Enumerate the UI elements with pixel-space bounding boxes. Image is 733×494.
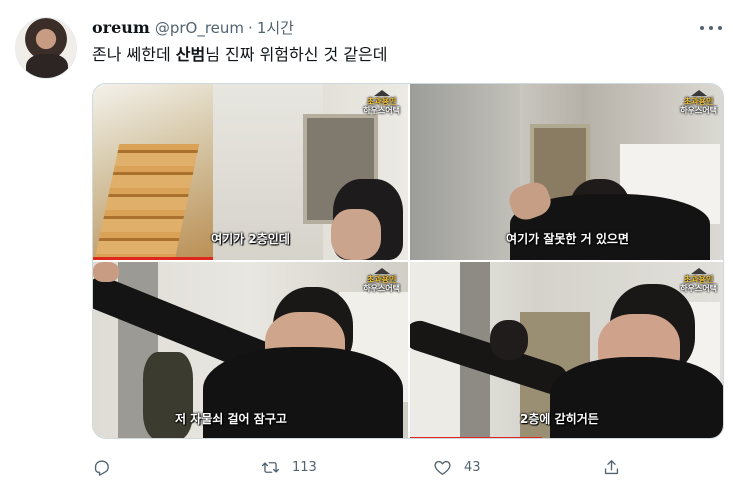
more-dot (718, 26, 722, 30)
watermark-line1: 초과용인 (683, 275, 714, 284)
watermark-line1: 초과용인 (366, 275, 397, 284)
subtitle: 저 자물쇠 걸어 잠구고 (175, 412, 287, 426)
channel-watermark: 초과용인 하우스어택 (680, 268, 717, 293)
subtitle: 여기가 잘못한 거 있으면 (506, 232, 629, 246)
more-options-icon[interactable] (700, 21, 722, 35)
second-person-head (490, 320, 528, 360)
progress-bar (93, 257, 213, 260)
like-button[interactable]: 43 (433, 456, 481, 478)
tweet-text-part: 님 진짜 위험하신 것 같은데 (205, 45, 388, 64)
tweet-text-bold: 산범 (175, 45, 206, 64)
share-icon (604, 459, 619, 474)
media-grid: 초과용인 하우스어택 여기가 2층인데 초과용인 하우스어택 여기가 잘못한 거… (92, 83, 724, 439)
watermark-line1: 초과용인 (683, 97, 714, 106)
watermark-line1: 초과용인 (366, 97, 397, 106)
header-separator: · (248, 19, 253, 37)
avatar-figure (26, 54, 68, 78)
house-logo-icon (690, 268, 707, 274)
heart-icon (434, 460, 451, 475)
retweet-button[interactable]: 113 (261, 456, 317, 478)
channel-watermark: 초과용인 하우스어택 (363, 268, 400, 293)
action-bar: 113 43 (92, 456, 724, 478)
tweet-header: oreum @prO_reum · 1시간 (92, 17, 294, 38)
media-image-3[interactable]: 초과용인 하우스어택 저 자물쇠 걸어 잠구고 (93, 262, 408, 438)
user-handle[interactable]: @prO_reum (155, 19, 244, 37)
tweet: oreum @prO_reum · 1시간 존나 쎄한데 산범님 진짜 위험하신… (0, 0, 733, 494)
channel-watermark: 초과용인 하우스어택 (363, 90, 400, 115)
watermark-line2: 하우스어택 (680, 106, 717, 115)
reply-button[interactable] (92, 456, 123, 478)
subtitle: 여기가 2층인데 (211, 232, 290, 246)
house-logo-icon (690, 90, 707, 96)
subtitle: 2층에 갇히거든 (520, 412, 599, 426)
watermark-line2: 하우스어택 (680, 284, 717, 293)
display-name[interactable]: oreum (92, 18, 150, 37)
house-logo-icon (373, 90, 390, 96)
watermark-line2: 하우스어택 (363, 284, 400, 293)
tweet-text: 존나 쎄한데 산범님 진짜 위험하신 것 같은데 (92, 44, 388, 66)
reply-icon (94, 459, 109, 476)
media-image-4[interactable]: 초과용인 하우스어택 2층에 갇히거든 (410, 262, 723, 438)
timestamp[interactable]: 1시간 (257, 17, 294, 38)
tweet-text-part: 존나 쎄한데 (92, 45, 176, 64)
channel-watermark: 초과용인 하우스어택 (680, 90, 717, 115)
like-count: 43 (464, 459, 481, 475)
media-image-1[interactable]: 초과용인 하우스어택 여기가 2층인데 (93, 84, 408, 260)
retweet-icon (261, 461, 280, 473)
more-dot (709, 26, 713, 30)
retweet-count: 113 (292, 459, 317, 475)
avatar[interactable] (15, 17, 77, 79)
progress-bar (410, 437, 543, 438)
share-button[interactable] (602, 456, 621, 478)
watermark-line2: 하우스어택 (363, 106, 400, 115)
house-logo-icon (373, 268, 390, 274)
more-dot (700, 26, 704, 30)
person-hand (93, 262, 119, 282)
media-image-2[interactable]: 초과용인 하우스어택 여기가 잘못한 거 있으면 (410, 84, 723, 260)
